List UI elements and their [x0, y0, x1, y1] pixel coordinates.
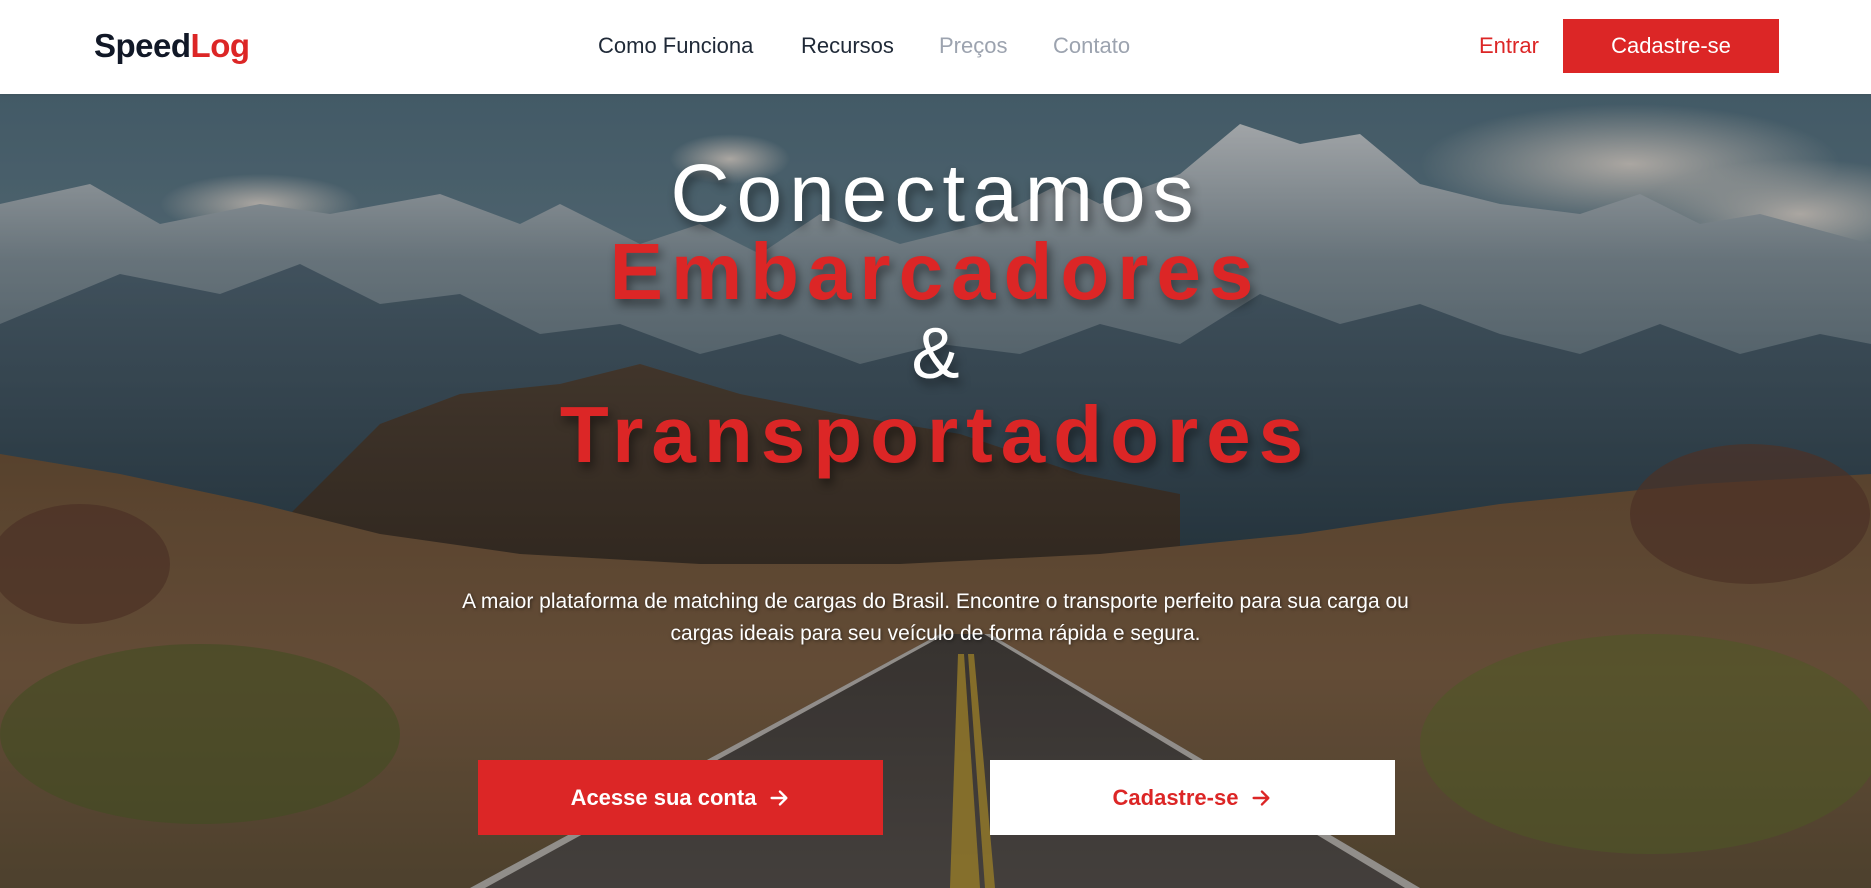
nav-link-precos[interactable]: Preços [939, 30, 1007, 62]
access-account-label: Acesse sua conta [570, 784, 757, 810]
nav-link-como-funciona[interactable]: Como Funciona [598, 30, 753, 62]
hero-headline-line4: Transportadores [559, 390, 1312, 479]
hero-signup-button[interactable]: Cadastre-se [990, 760, 1395, 835]
nav-link-recursos[interactable]: Recursos [801, 30, 894, 62]
hero-headline-ampersand: & [911, 314, 960, 394]
signup-button[interactable]: Cadastre-se [1563, 19, 1779, 73]
hero-section: Conectamos Embarcadores & Transportadore… [0, 94, 1871, 888]
nav-link-contato[interactable]: Contato [1053, 30, 1130, 62]
hero-headline-line1: Conectamos [670, 148, 1201, 239]
access-account-button[interactable]: Acesse sua conta [478, 760, 883, 835]
hero-headline-line2: Embarcadores [609, 227, 1262, 316]
hero-signup-label: Cadastre-se [1112, 784, 1239, 810]
top-navbar: SpeedLog Como Funciona Recursos Preços C… [0, 0, 1871, 94]
hero-subtitle: A maior plataforma de matching de cargas… [462, 590, 1409, 645]
login-link[interactable]: Entrar [1479, 30, 1539, 62]
arrow-right-icon [1252, 789, 1270, 806]
arrow-right-icon [770, 789, 788, 806]
